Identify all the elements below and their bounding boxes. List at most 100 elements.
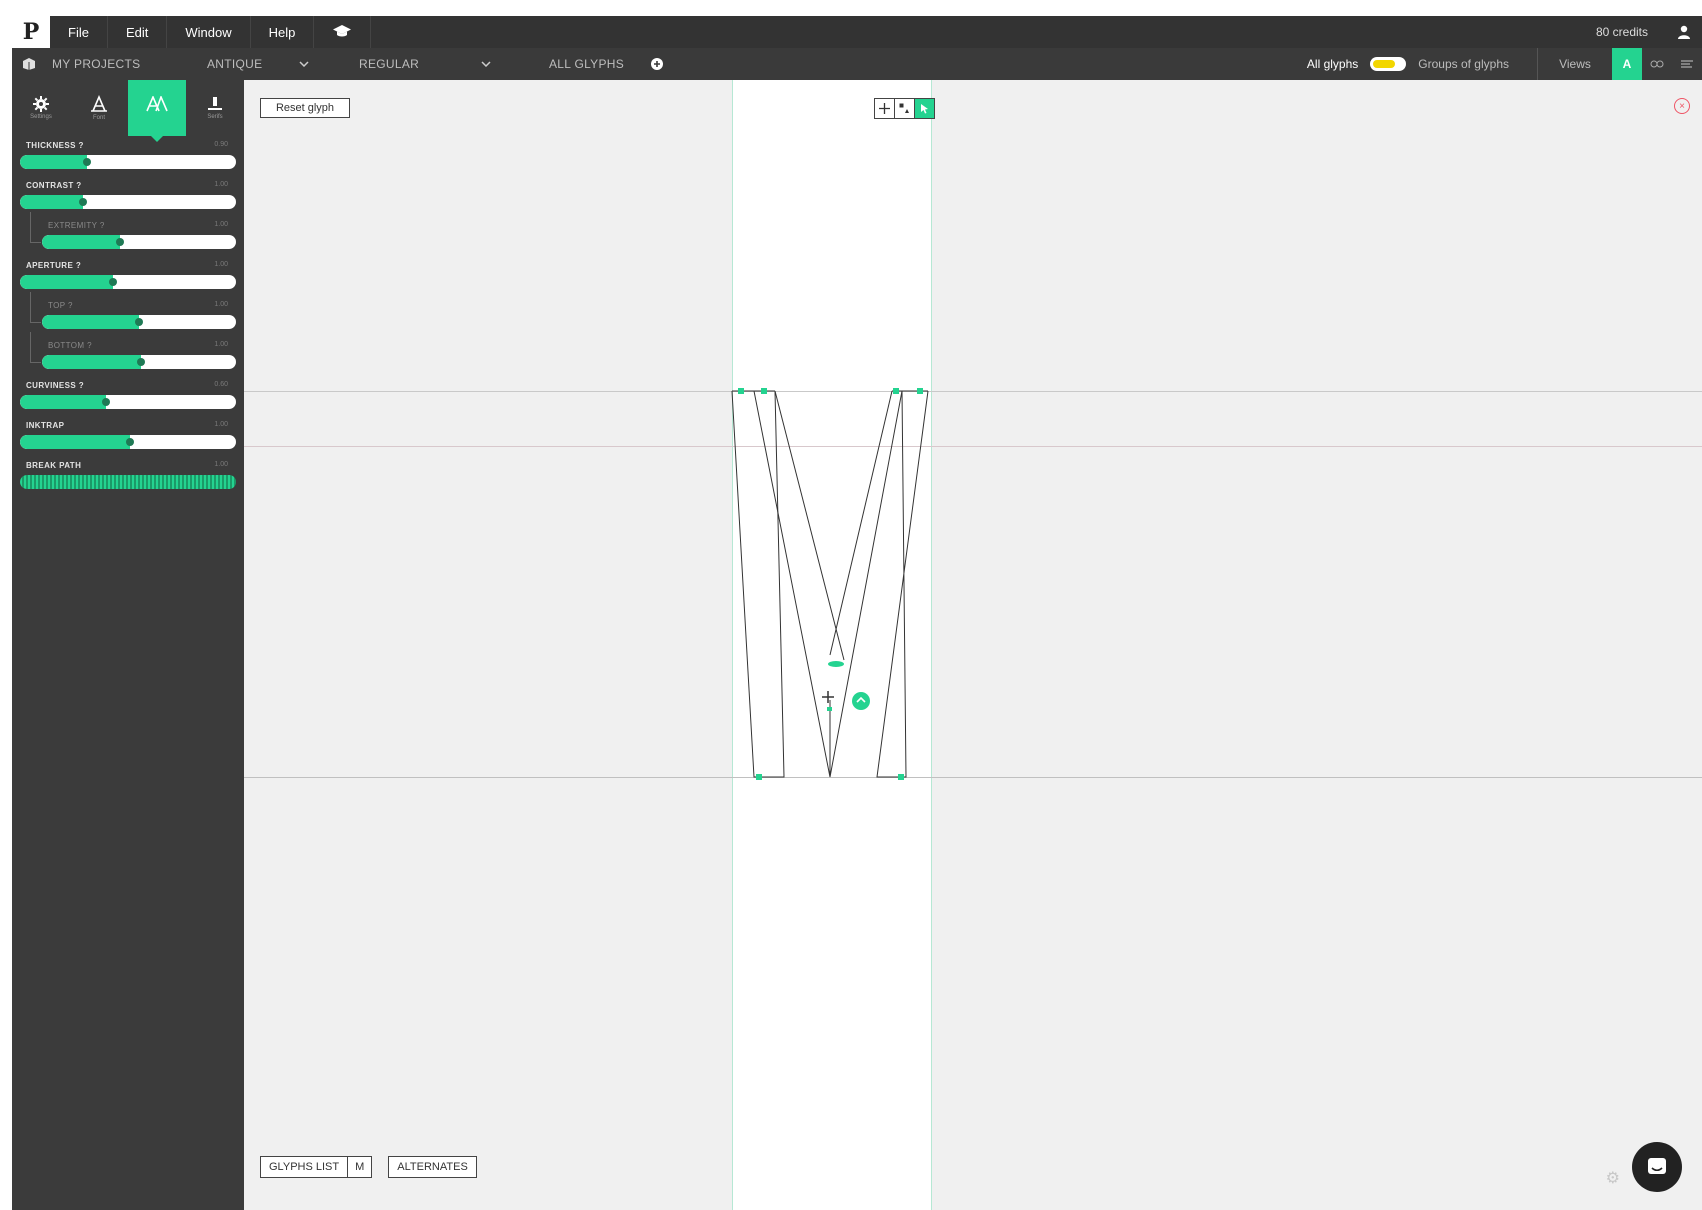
move-tool-icon[interactable] [875, 99, 895, 118]
slider-fill [20, 275, 113, 289]
glyphs-selector[interactable]: ALL GLYPHS [505, 48, 635, 80]
param-aperture: APERTURE ? 1.00 [12, 258, 244, 298]
family-chevron-down-icon[interactable] [285, 48, 323, 80]
param-label: APERTURE ? [26, 261, 82, 270]
views-label: Views [1537, 48, 1612, 80]
slider-fill [20, 475, 236, 489]
param-bottom: BOTTOM ? 1.00 [12, 332, 244, 378]
alternates-button[interactable]: ALTERNATES [388, 1156, 477, 1178]
param-label: INKTRAP [26, 421, 65, 430]
view-glyph-button[interactable]: A [1612, 48, 1642, 80]
slider-fill [20, 155, 87, 169]
slider-fill [42, 355, 141, 369]
menu-file[interactable]: File [50, 16, 108, 48]
academy-button[interactable] [314, 16, 372, 48]
close-icon[interactable]: × [1674, 98, 1690, 114]
family-selector[interactable]: ANTIQUE [197, 48, 285, 80]
glyph-m-outline[interactable] [244, 80, 1702, 1210]
tab-settings[interactable]: Settings [12, 80, 70, 136]
param-value: 0.90 [214, 141, 228, 148]
all-glyphs-label: All glyphs [1306, 57, 1359, 71]
slider-fill [20, 435, 131, 449]
glyphs-list-button[interactable]: GLYPHS LIST M [260, 1156, 373, 1178]
slider-handle[interactable] [102, 398, 111, 406]
menu-window[interactable]: Window [167, 16, 251, 48]
param-value: 1.00 [214, 301, 228, 308]
slider-handle[interactable] [115, 238, 124, 246]
slider-handle[interactable] [135, 318, 143, 326]
param-value: 1.00 [214, 181, 228, 188]
canvas-footer-buttons: GLYPHS LIST M ALTERNATES [260, 1156, 477, 1178]
param-slider[interactable] [42, 355, 236, 369]
variant-selector[interactable]: REGULAR [323, 48, 467, 80]
param-label: TOP ? [48, 301, 73, 310]
parameters-sidebar: Settings Font Serifs THICKNESS ? 0.90 CONT… [12, 80, 244, 1210]
param-slider[interactable] [20, 435, 236, 449]
serif-icon [208, 96, 222, 110]
param-value: 1.00 [214, 461, 228, 468]
glyphs-list-label: GLYPHS LIST [269, 1161, 340, 1173]
param-curviness: CURVINESS ? 0.60 [12, 378, 244, 418]
chat-support-icon[interactable] [1632, 1142, 1682, 1192]
glyph-tool-group [874, 98, 935, 119]
view-word-icon[interactable] [1672, 48, 1702, 80]
param-slider[interactable] [42, 235, 236, 249]
slider-handle[interactable] [136, 358, 145, 366]
param-inktrap: INKTRAP 1.00 [12, 418, 244, 458]
select-tool-icon[interactable] [915, 99, 934, 118]
slider-fill [42, 315, 139, 329]
current-glyph-key: M [347, 1157, 371, 1177]
param-top: TOP ? 1.00 [12, 292, 244, 338]
tab-glyph[interactable] [128, 80, 186, 142]
slider-handle[interactable] [108, 278, 117, 286]
param-label: CONTRAST ? [26, 181, 82, 190]
slider-handle[interactable] [126, 438, 135, 446]
slider-handle[interactable] [82, 158, 91, 166]
slider-fill [20, 195, 83, 209]
reset-glyph-button[interactable]: Reset glyph [260, 98, 350, 118]
param-slider[interactable] [20, 395, 236, 409]
add-variant-icon[interactable] [635, 48, 679, 80]
project-bar: MY PROJECTS ANTIQUE REGULAR ALL GLYPHS A… [12, 48, 1702, 80]
variant-chevron-down-icon[interactable] [467, 48, 505, 80]
gear-icon [33, 95, 49, 112]
param-slider[interactable] [20, 275, 236, 289]
sidebar-tabs: Settings Font Serifs [12, 80, 244, 142]
canvas-settings-gear-icon[interactable]: ⚙ [1606, 1168, 1620, 1188]
user-icon[interactable] [1666, 16, 1702, 48]
prototypo-logo: P [12, 16, 50, 48]
param-slider[interactable] [20, 155, 236, 169]
param-slider[interactable] [42, 315, 236, 329]
param-label: BOTTOM ? [48, 341, 92, 350]
glyph-mode-switch: All glyphs Groups of glyphs Views A [1307, 48, 1702, 80]
param-value: 0.60 [214, 381, 228, 388]
tab-font[interactable]: Font [70, 80, 128, 136]
menu-edit[interactable]: Edit [108, 16, 168, 48]
slider-handle[interactable] [78, 198, 87, 206]
glyph-group-toggle[interactable] [1370, 57, 1407, 71]
glyph-canvas[interactable]: Reset glyph × GLYPHS LIST M ALTERNATES ⚙ [244, 80, 1702, 1210]
param-slider[interactable] [20, 475, 236, 489]
param-value: 1.00 [214, 221, 228, 228]
slider-fill [42, 235, 120, 249]
tab-serifs[interactable]: Serifs [186, 80, 244, 136]
credits-counter[interactable]: 80 credits [1578, 25, 1666, 39]
alternates-label: ALTERNATES [397, 1161, 468, 1173]
param-label: EXTREMITY ? [48, 221, 105, 230]
groups-of-glyphs-label: Groups of glyphs [1418, 57, 1509, 71]
view-text-icon[interactable] [1642, 48, 1672, 80]
slider-fill [20, 395, 107, 409]
param-value: 1.00 [214, 261, 228, 268]
param-value: 1.00 [214, 421, 228, 428]
tab-settings-caption: Settings [30, 113, 52, 120]
param-thickness: THICKNESS ? 0.90 [12, 138, 244, 178]
my-projects-link[interactable]: MY PROJECTS [46, 48, 197, 80]
font-icon [91, 94, 107, 112]
app-window: P File Edit Window Help 80 credits MY PR… [12, 16, 1702, 1210]
shape-tool-icon[interactable] [895, 99, 915, 118]
param-label: THICKNESS ? [26, 141, 84, 150]
parameter-list: THICKNESS ? 0.90 CONTRAST ? 1.00 EXTREMITY ?… [12, 138, 244, 498]
tab-serifs-caption: Serifs [207, 113, 223, 120]
menu-help[interactable]: Help [251, 16, 315, 48]
param-slider[interactable] [20, 195, 236, 209]
